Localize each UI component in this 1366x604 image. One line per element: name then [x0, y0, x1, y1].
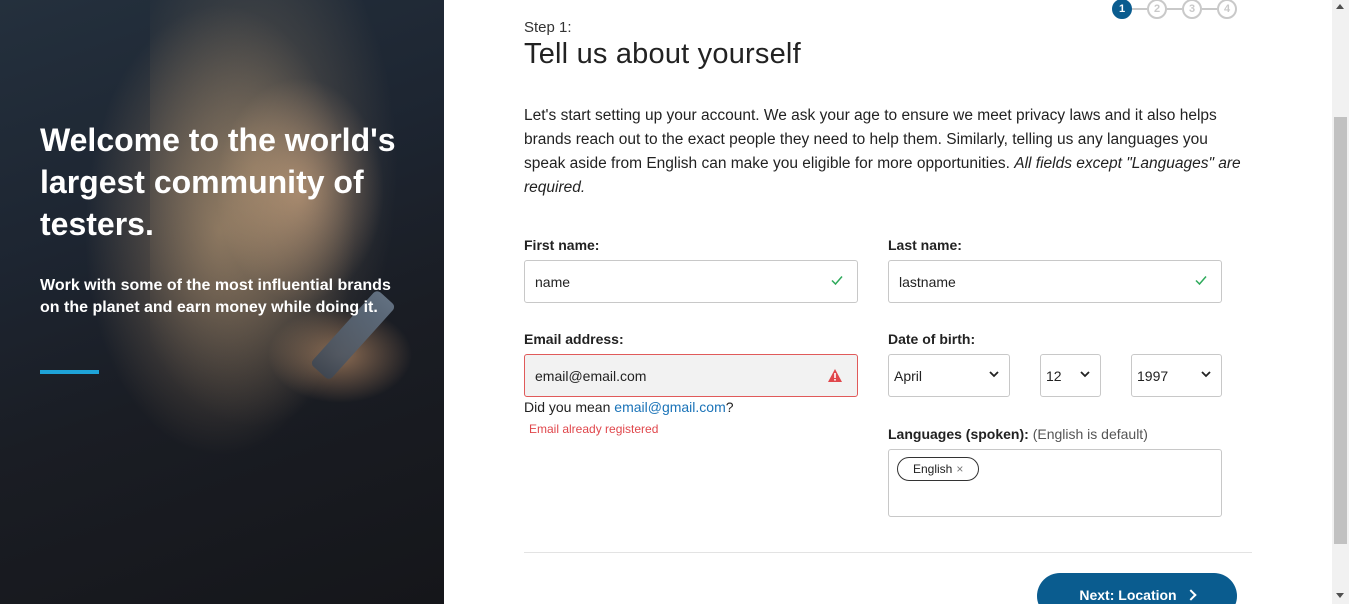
dob-month-select[interactable]: April [888, 354, 1010, 397]
hero-accent-bar [40, 370, 99, 374]
last-name-field[interactable] [888, 260, 1222, 303]
page-title: Tell us about yourself [524, 38, 801, 70]
progress-stepper: 1 2 3 4 [1112, 0, 1242, 20]
scroll-down-arrow-icon[interactable] [1336, 593, 1344, 598]
hero-subtitle: Work with some of the most influential b… [40, 277, 391, 316]
email-field[interactable] [524, 354, 858, 397]
check-icon [1195, 276, 1207, 286]
languages-input[interactable]: English × [888, 449, 1222, 517]
last-name-label: Last name: [888, 237, 962, 253]
hero-panel: Welcome to the world's largest community… [0, 0, 444, 604]
scroll-up-arrow-icon[interactable] [1336, 4, 1344, 9]
page-scrollbar[interactable] [1332, 0, 1349, 604]
languages-label: Languages (spoken): (English is default) [888, 426, 1148, 442]
first-name-label: First name: [524, 237, 600, 253]
email-error-message: Email already registered [529, 422, 659, 436]
chevron-right-icon [1184, 589, 1197, 601]
suggested-email-link[interactable]: email@gmail.com [614, 399, 725, 415]
last-name-input[interactable] [899, 261, 1169, 302]
remove-tag-icon[interactable]: × [956, 462, 963, 476]
step-3: 3 [1182, 0, 1202, 19]
step-connector [1132, 8, 1147, 10]
dob-day-value: 12 [1046, 368, 1062, 384]
form-divider [524, 552, 1252, 553]
email-input[interactable] [535, 355, 805, 396]
warning-icon [828, 369, 842, 382]
email-suggestion: Did you mean email@gmail.com? [524, 399, 734, 415]
step-connector [1167, 8, 1182, 10]
email-label: Email address: [524, 331, 624, 347]
step-2: 2 [1147, 0, 1167, 19]
chevron-down-icon [1080, 371, 1090, 378]
step-connector [1202, 8, 1217, 10]
suggestion-suffix: ? [725, 399, 734, 415]
intro-text: Let's start setting up your account. We … [524, 104, 1244, 200]
scrollbar-thumb[interactable] [1334, 117, 1347, 544]
check-icon [831, 276, 843, 286]
next-button-label: Next: Location [1079, 587, 1177, 603]
language-tag-label: English [913, 462, 953, 476]
step-1: 1 [1112, 0, 1132, 19]
chevron-down-icon [989, 371, 999, 378]
step-4: 4 [1217, 0, 1237, 19]
dob-label: Date of birth: [888, 331, 976, 347]
dob-month-value: April [894, 368, 923, 384]
languages-label-text: Languages (spoken): [888, 426, 1029, 442]
dob-day-select[interactable]: 12 [1040, 354, 1101, 397]
chevron-down-icon [1201, 371, 1211, 378]
first-name-input[interactable] [535, 261, 805, 302]
language-tag[interactable]: English × [897, 457, 980, 481]
next-location-button[interactable]: Next: Location [1037, 573, 1237, 604]
step-label: Step 1: [524, 19, 572, 36]
dob-year-select[interactable]: 1997 [1131, 354, 1222, 397]
languages-hint: (English is default) [1032, 426, 1148, 442]
dob-year-value: 1997 [1137, 368, 1169, 384]
first-name-field[interactable] [524, 260, 858, 303]
hero-title: Welcome to the world's largest community… [40, 122, 396, 242]
suggestion-prefix: Did you mean [524, 399, 615, 415]
